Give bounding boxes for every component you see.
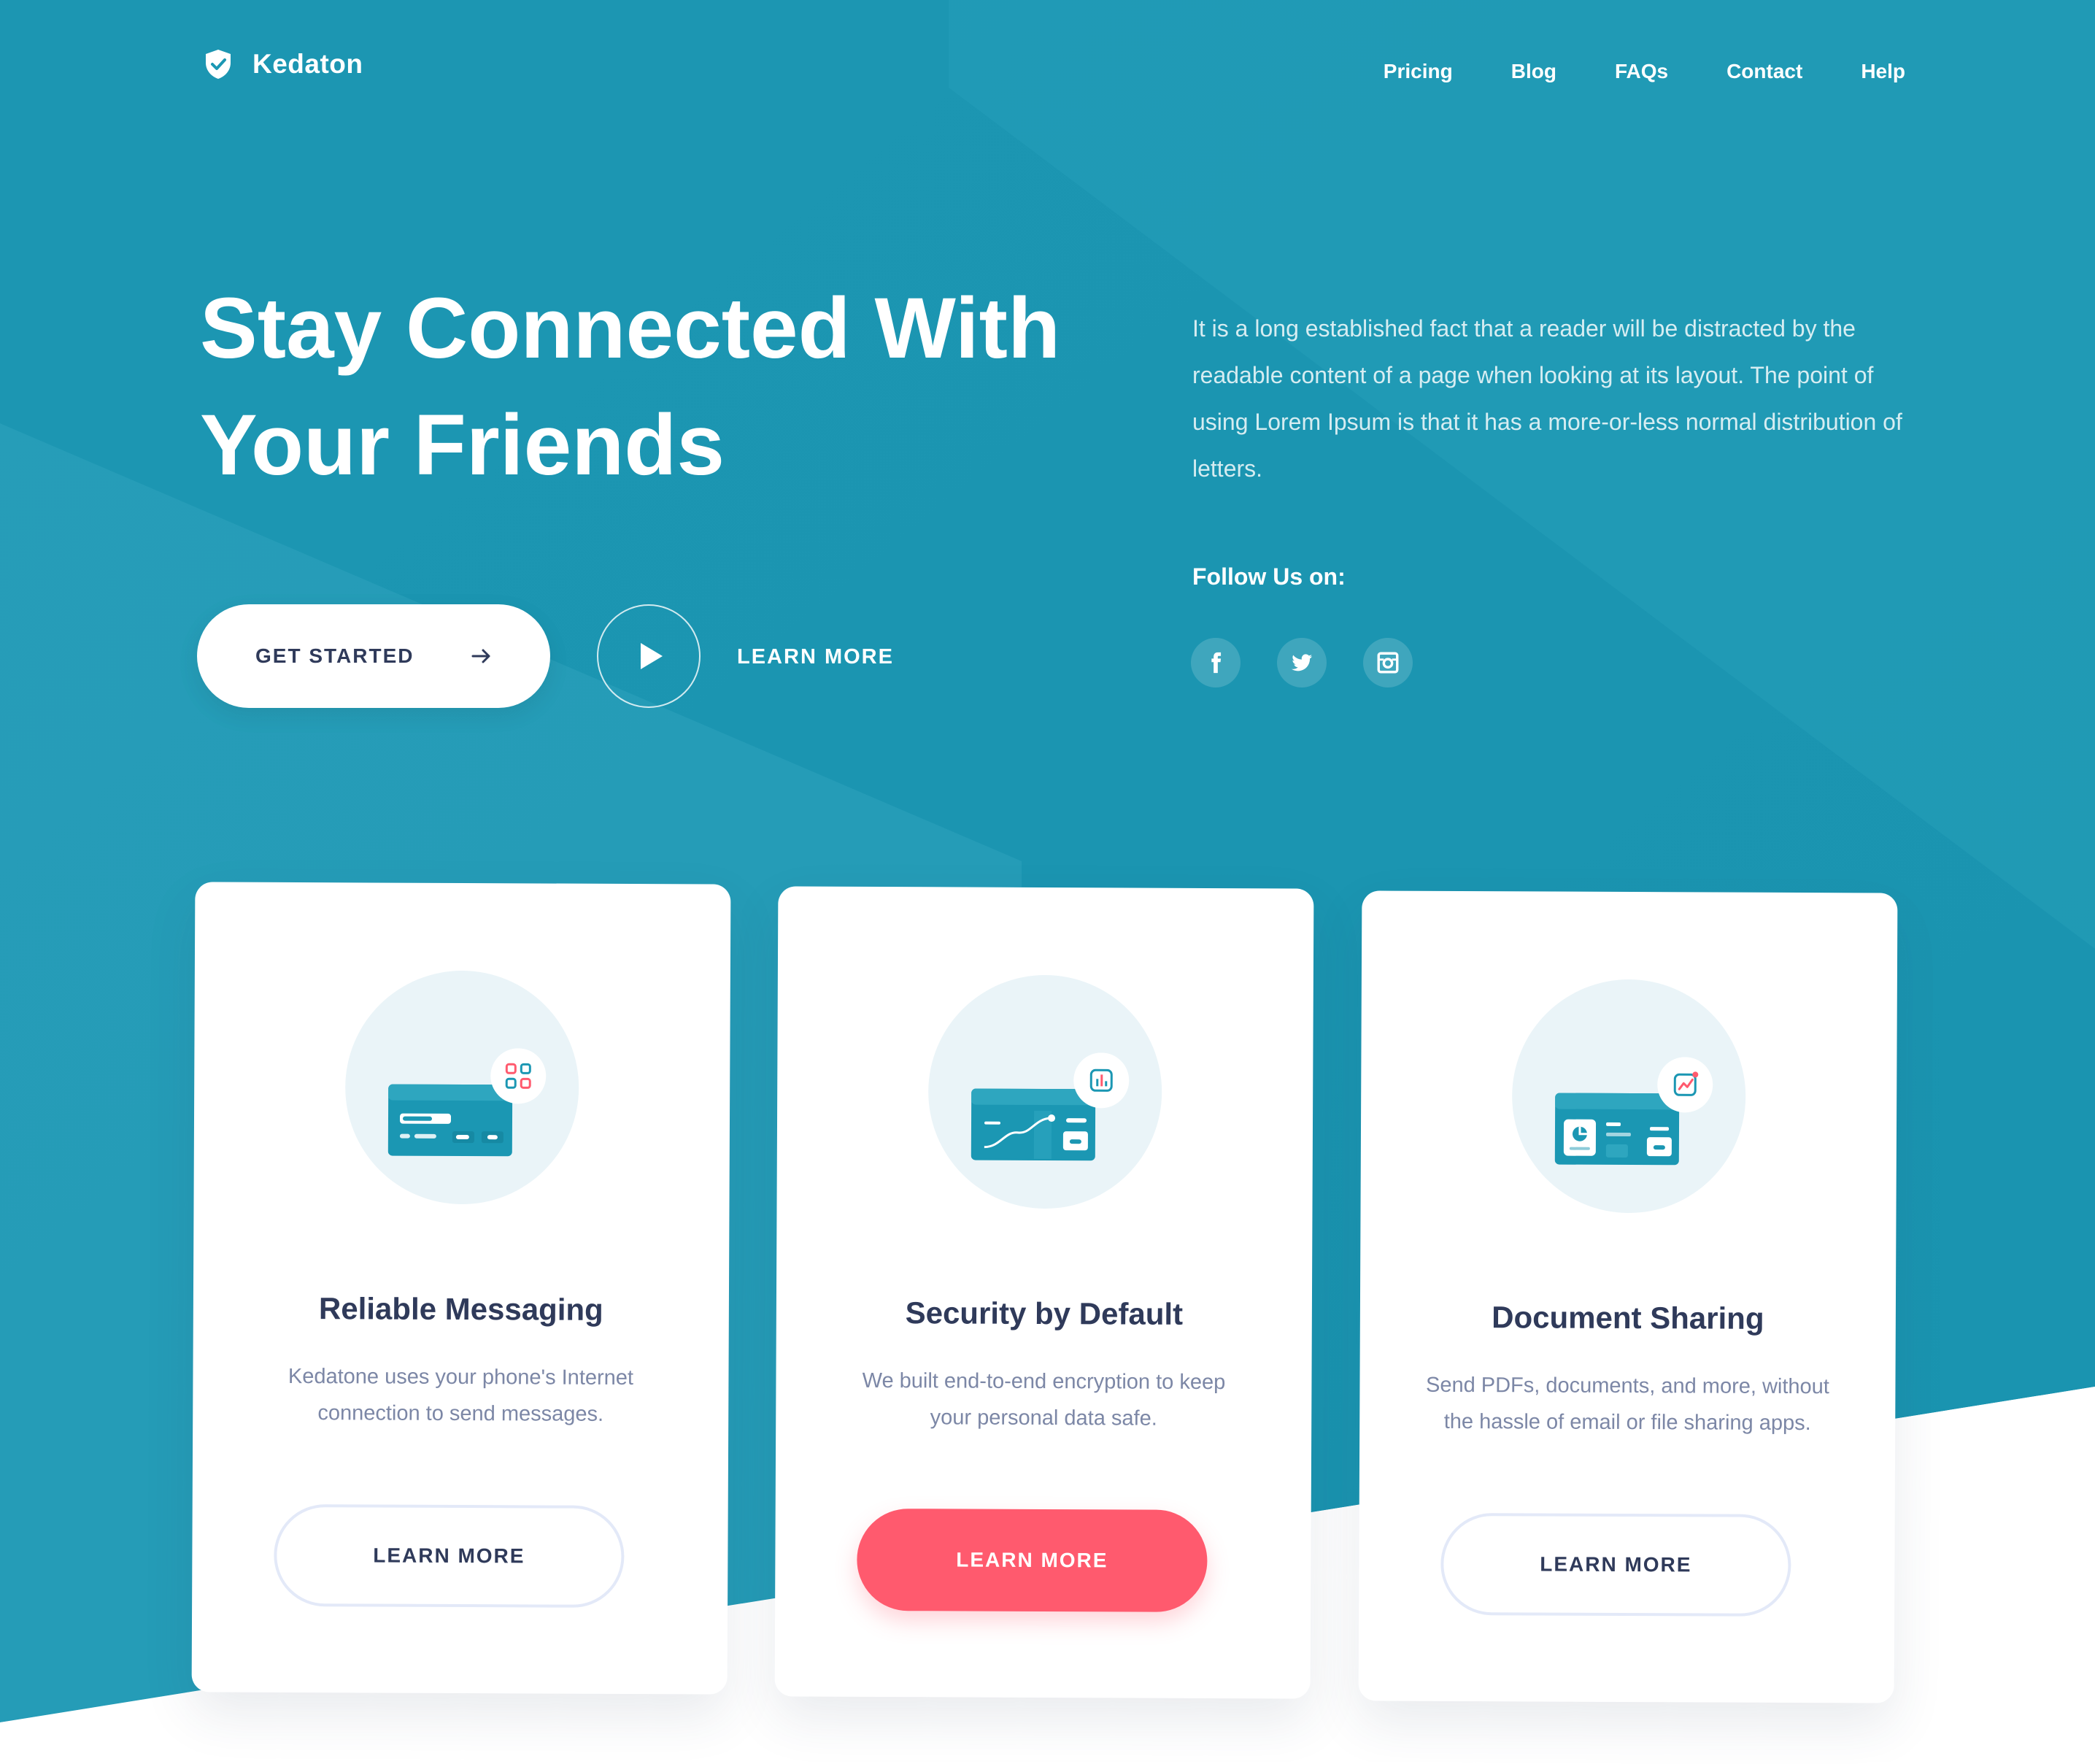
security-illustration-icon [971, 1052, 1130, 1161]
card-title: Security by Default [905, 1295, 1184, 1331]
nav-blog[interactable]: Blog [1511, 60, 1556, 83]
card-title: Document Sharing [1492, 1300, 1764, 1336]
messaging-illustration-icon [387, 1048, 547, 1157]
documents-illustration-icon [1554, 1057, 1713, 1166]
nav-faqs[interactable]: FAQs [1615, 60, 1668, 83]
card-description: We built end-to-end encryption to keep y… [862, 1368, 1226, 1430]
play-video-button[interactable] [597, 604, 701, 708]
hero-title-line1: Stay Connected With [200, 280, 1061, 377]
card-description: Send PDFs, documents, and more, without … [1425, 1373, 1829, 1436]
twitter-button[interactable] [1277, 638, 1327, 688]
learn-more-label: LEARN MORE [373, 1544, 525, 1568]
follow-label: Follow Us on: [1192, 563, 1346, 590]
feature-card-security: Security by Default We built end-to-end … [774, 886, 1314, 1699]
get-started-button[interactable]: GET STARTED [197, 604, 550, 708]
learn-more-label: LEARN MORE [1540, 1552, 1692, 1576]
nav-pricing[interactable]: Pricing [1384, 60, 1453, 83]
hero-title-line2: Your Friends [200, 397, 725, 493]
hero-description: It is a long established fact that a rea… [1192, 315, 1902, 482]
social-links [1191, 638, 1413, 688]
feature-card-documents: Document Sharing Send PDFs, documents, a… [1358, 890, 1898, 1703]
shield-check-icon [206, 50, 231, 79]
instagram-button[interactable] [1363, 638, 1413, 688]
learn-more-button[interactable]: LEARN MORE [274, 1503, 625, 1608]
twitter-icon [1291, 654, 1313, 671]
card-description: Kedatone uses your phone's Internet conn… [288, 1364, 634, 1426]
nav-contact[interactable]: Contact [1726, 60, 1802, 83]
learn-more-button[interactable]: LEARN MORE [857, 1508, 1208, 1612]
facebook-icon [1211, 652, 1222, 674]
hero-learn-more-link[interactable]: LEARN MORE [737, 645, 894, 669]
arrow-right-icon [471, 649, 490, 663]
get-started-label: GET STARTED [255, 644, 414, 667]
learn-more-label: LEARN MORE [956, 1548, 1108, 1572]
main-nav: Pricing Blog FAQs Contact Help [1384, 60, 1905, 83]
hero-title: Stay Connected With Your Friends [200, 270, 1149, 504]
brand-logo[interactable]: Kedaton [203, 48, 363, 80]
brand-name: Kedaton [252, 49, 363, 79]
instagram-icon [1377, 652, 1399, 674]
nav-help[interactable]: Help [1861, 60, 1905, 83]
card-title: Reliable Messaging [318, 1291, 603, 1327]
facebook-button[interactable] [1191, 638, 1241, 688]
play-icon [641, 643, 663, 669]
feature-card-messaging: Reliable Messaging Kedatone uses your ph… [191, 882, 731, 1695]
learn-more-button[interactable]: LEARN MORE [1440, 1512, 1791, 1617]
